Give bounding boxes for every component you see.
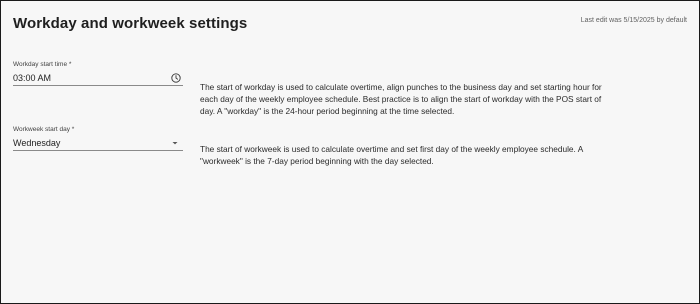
workweek-start-value: Wednesday (13, 138, 61, 148)
workweek-start-day-select[interactable]: Wednesday (13, 136, 183, 151)
chevron-down-icon[interactable] (171, 139, 179, 147)
workday-start-label: Workday start time * (13, 61, 72, 68)
workweek-start-label: Workweek start day * (13, 126, 75, 133)
last-edit-info: Last edit was 5/15/2025 by default (580, 17, 687, 24)
workday-start-time-input[interactable]: 03:00 AM (13, 71, 183, 86)
clock-icon[interactable] (171, 73, 181, 83)
workday-description: The start of workday is used to calculat… (200, 82, 602, 116)
workday-start-value: 03:00 AM (13, 73, 52, 83)
page-title: Workday and workweek settings (13, 15, 248, 32)
workweek-description: The start of workweek is used to calcula… (200, 144, 583, 166)
settings-panel: Workday and workweek settings Last edit … (0, 0, 700, 304)
